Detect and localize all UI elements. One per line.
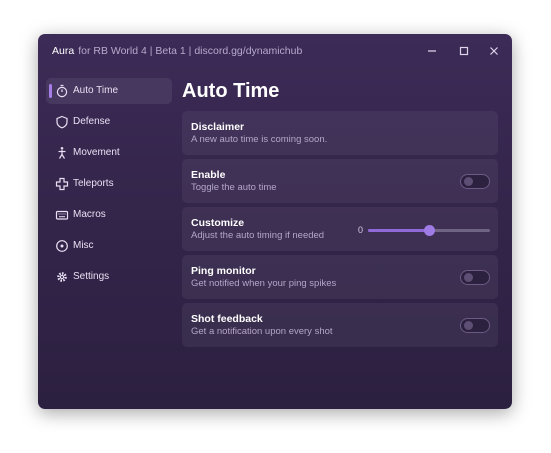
shot-feedback-toggle[interactable] — [460, 318, 490, 333]
card-title: Ping monitor — [191, 265, 256, 277]
teleport-icon — [55, 177, 69, 191]
close-icon — [490, 47, 498, 55]
circle-dot-icon — [56, 240, 68, 252]
sidebar-item-movement[interactable]: Movement — [46, 140, 172, 166]
app-name: Aura — [52, 45, 75, 57]
minimize-button[interactable] — [421, 41, 443, 61]
shot-feedback-card: Shot feedback Get a notification upon ev… — [182, 303, 498, 347]
sidebar-item-label: Defense — [73, 116, 111, 127]
running-person-icon — [58, 147, 66, 159]
sidebar-item-misc[interactable]: Misc — [46, 233, 172, 259]
sidebar-item-macros[interactable]: Macros — [46, 202, 172, 228]
sidebar-item-label: Macros — [73, 209, 106, 220]
sidebar-item-auto-time[interactable]: Auto Time — [46, 78, 172, 104]
sidebar: Auto Time Defense Movement Teleports Mac… — [46, 78, 172, 295]
card-description: Get a notification upon every shot — [191, 326, 333, 337]
sidebar-item-defense[interactable]: Defense — [46, 109, 172, 135]
card-title: Shot feedback — [191, 313, 263, 325]
page-title: Auto Time — [182, 80, 280, 102]
sidebar-item-teleports[interactable]: Teleports — [46, 171, 172, 197]
sidebar-item-label: Misc — [73, 240, 94, 251]
close-button[interactable] — [483, 41, 505, 61]
card-description: Get notified when your ping spikes — [191, 278, 337, 289]
slider-value: 0 — [358, 225, 364, 235]
shield-icon — [56, 115, 68, 129]
toggle-knob — [464, 321, 473, 330]
maximize-button[interactable] — [453, 41, 475, 61]
sidebar-item-settings[interactable]: Settings — [46, 264, 172, 290]
sidebar-item-label: Movement — [73, 147, 120, 158]
sidebar-item-label: Settings — [73, 271, 110, 282]
stopwatch-icon — [56, 84, 68, 98]
card-description: Adjust the auto timing if needed — [191, 230, 325, 241]
sidebar-item-label: Auto Time — [73, 85, 119, 96]
titlebar[interactable]: Aura for RB World 4 | Beta 1 | discord.gg… — [38, 34, 512, 67]
sidebar-item-label: Teleports — [73, 178, 114, 189]
maximize-icon — [459, 46, 469, 56]
card-title: Customize — [191, 217, 245, 229]
slider-fill — [368, 229, 429, 232]
minimize-icon — [428, 50, 436, 52]
customize-card: Customize Adjust the auto timing if need… — [182, 207, 498, 251]
slider-thumb[interactable] — [424, 225, 435, 236]
card-title: Enable — [191, 169, 226, 181]
window-title: Aura for RB World 4 | Beta 1 | discord.gg… — [52, 45, 302, 57]
toggle-knob — [464, 177, 473, 186]
toggle-knob — [464, 273, 473, 282]
app-window: Aura for RB World 4 | Beta 1 | discord.gg… — [38, 34, 512, 409]
disclaimer-card: Disclaimer A new auto time is coming soo… — [182, 111, 498, 155]
app-subtitle: for RB World 4 | Beta 1 | discord.gg/dyn… — [78, 45, 303, 57]
card-description: A new auto time is coming soon. — [191, 134, 328, 145]
keyboard-icon — [55, 210, 69, 220]
ping-monitor-card: Ping monitor Get notified when your ping… — [182, 255, 498, 299]
customize-slider[interactable] — [368, 225, 490, 236]
card-description: Toggle the auto time — [191, 182, 277, 193]
card-title: Disclaimer — [191, 121, 245, 133]
enable-toggle[interactable] — [460, 174, 490, 189]
gear-icon — [57, 272, 67, 282]
enable-card: Enable Toggle the auto time — [182, 159, 498, 203]
ping-monitor-toggle[interactable] — [460, 270, 490, 285]
